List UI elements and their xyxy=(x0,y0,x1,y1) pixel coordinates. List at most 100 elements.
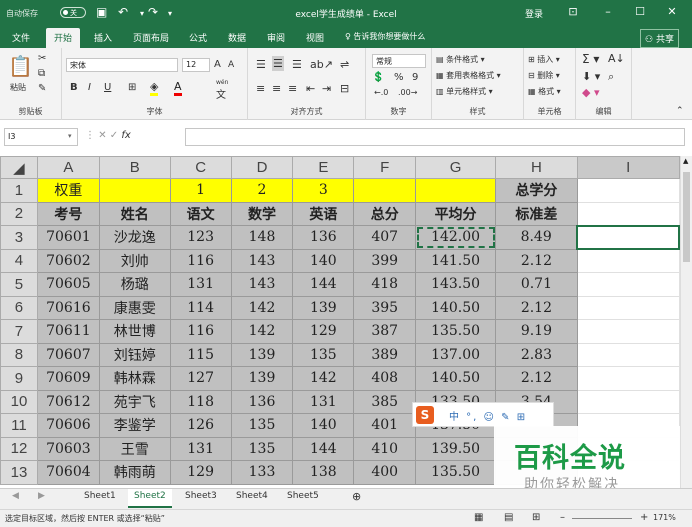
cell[interactable]: 70603 xyxy=(36,436,100,461)
cell[interactable]: 138 xyxy=(292,460,355,485)
cell[interactable] xyxy=(576,342,680,367)
cell[interactable]: 395 xyxy=(353,295,417,320)
row-header[interactable]: 10 xyxy=(0,389,38,414)
cancel-icon[interactable]: ✕ xyxy=(98,130,110,141)
cell[interactable]: 137.00 xyxy=(415,342,496,367)
cell[interactable]: 136 xyxy=(230,389,294,414)
copy-icon[interactable]: ⧉ xyxy=(38,68,45,79)
cell[interactable]: 144 xyxy=(292,272,355,297)
cell[interactable] xyxy=(576,272,680,297)
cut-icon[interactable]: ✂ xyxy=(38,53,46,64)
zoom-out-icon[interactable]: – xyxy=(560,512,565,523)
cell[interactable]: 林世博 xyxy=(98,319,171,344)
comma-button[interactable]: 9 xyxy=(412,72,418,83)
tab-data[interactable]: 数据 xyxy=(228,31,246,44)
selected-cell[interactable] xyxy=(576,224,680,250)
row-header[interactable]: 13 xyxy=(0,460,38,485)
cell[interactable]: 131 xyxy=(292,389,355,414)
cell[interactable] xyxy=(98,178,171,203)
align-bottom-icon[interactable]: ☰ xyxy=(292,58,302,71)
cell[interactable]: 139.50 xyxy=(415,436,496,461)
cell[interactable] xyxy=(576,178,680,203)
orientation-icon[interactable]: ab↗ xyxy=(310,58,333,71)
cell[interactable]: 70616 xyxy=(36,295,100,320)
scroll-up-icon[interactable]: ▲ xyxy=(683,157,688,165)
cell[interactable]: 142 xyxy=(230,319,294,344)
fill-color-icon[interactable]: ◈ xyxy=(150,80,159,96)
cell[interactable]: 韩雨萌 xyxy=(98,460,171,485)
font-size-select[interactable]: 12 xyxy=(182,58,210,72)
select-all-corner[interactable]: ◢ xyxy=(0,156,38,179)
ribbon-display-icon[interactable]: ⊡ xyxy=(563,5,583,18)
cell[interactable]: 389 xyxy=(353,342,417,367)
tab-view[interactable]: 视图 xyxy=(306,31,324,44)
cell[interactable]: 140 xyxy=(292,248,355,273)
column-header[interactable]: H xyxy=(495,156,578,179)
cell[interactable]: 400 xyxy=(353,460,417,485)
format-cells-button[interactable]: ▦ 格式 ▾ xyxy=(528,86,561,97)
cell[interactable]: 2.12 xyxy=(495,366,578,391)
cell[interactable]: 385 xyxy=(353,389,417,414)
underline-button[interactable]: U xyxy=(104,82,111,93)
cell[interactable]: 语文 xyxy=(169,201,232,226)
tab-review[interactable]: 审阅 xyxy=(267,31,285,44)
cell[interactable]: 70605 xyxy=(36,272,100,297)
cell[interactable]: 135.50 xyxy=(415,319,496,344)
row-header[interactable]: 2 xyxy=(0,201,38,226)
number-format-select[interactable]: 常规 xyxy=(372,54,426,68)
align-left-icon[interactable]: ≡ xyxy=(256,82,265,95)
formula-input[interactable] xyxy=(185,128,685,146)
sheet-tab[interactable]: Sheet4 xyxy=(236,491,268,501)
cell[interactable]: 126 xyxy=(169,413,232,438)
cell[interactable]: 129 xyxy=(169,460,232,485)
align-top-icon[interactable]: ☰ xyxy=(256,58,266,71)
cell[interactable] xyxy=(576,319,680,344)
cell[interactable]: 140.50 xyxy=(415,295,496,320)
add-sheet-icon[interactable]: ⊕ xyxy=(352,490,361,503)
cell[interactable]: 148 xyxy=(230,225,294,250)
cell[interactable]: 70606 xyxy=(36,413,100,438)
cell[interactable]: 116 xyxy=(169,319,232,344)
sheet-tab[interactable]: Sheet5 xyxy=(287,491,319,501)
cell[interactable] xyxy=(415,178,496,203)
cell[interactable]: 114 xyxy=(169,295,232,320)
zoom-in-icon[interactable]: + xyxy=(640,512,648,523)
cell[interactable]: 135 xyxy=(230,413,294,438)
cell[interactable]: 140.50 xyxy=(415,366,496,391)
cell[interactable] xyxy=(576,295,680,320)
increase-font-icon[interactable]: A xyxy=(214,59,221,70)
fill-icon[interactable]: ⬇ ▾ xyxy=(582,70,600,83)
bold-button[interactable]: B xyxy=(70,82,78,93)
increase-decimal-icon[interactable]: ←.0 xyxy=(374,88,388,97)
cell[interactable]: 苑宇飞 xyxy=(98,389,171,414)
row-header[interactable]: 1 xyxy=(0,178,38,203)
prev-sheet-icon[interactable]: ◀ xyxy=(12,491,19,501)
cell[interactable]: 0.71 xyxy=(495,272,578,297)
cell[interactable]: 沙龙逸 xyxy=(98,225,171,250)
cell[interactable]: 70609 xyxy=(36,366,100,391)
zoom-slider[interactable] xyxy=(572,518,632,519)
cell[interactable]: 142 xyxy=(292,366,355,391)
row-header[interactable]: 4 xyxy=(0,248,38,273)
cell[interactable]: 70612 xyxy=(36,389,100,414)
row-header[interactable]: 5 xyxy=(0,272,38,297)
row-header[interactable]: 9 xyxy=(0,366,38,391)
cell[interactable]: 142 xyxy=(230,295,294,320)
cell[interactable]: 418 xyxy=(353,272,417,297)
cell[interactable]: 杨璐 xyxy=(98,272,171,297)
page-layout-view-icon[interactable]: ▤ xyxy=(504,512,513,523)
cell[interactable]: 131 xyxy=(169,272,232,297)
font-name-select[interactable]: 宋体 xyxy=(66,58,178,72)
column-header[interactable]: G xyxy=(415,156,496,179)
page-break-view-icon[interactable]: ⊞ xyxy=(532,512,540,523)
decrease-indent-icon[interactable]: ⇤ xyxy=(306,82,315,95)
increase-indent-icon[interactable]: ⇥ xyxy=(322,82,331,95)
collapse-ribbon-icon[interactable]: ⌃ xyxy=(676,106,684,116)
cell[interactable] xyxy=(353,178,417,203)
cell[interactable]: 70607 xyxy=(36,342,100,367)
cell[interactable]: 408 xyxy=(353,366,417,391)
column-header[interactable]: E xyxy=(292,156,355,179)
paste-button[interactable]: 粘贴 xyxy=(10,82,26,93)
cell[interactable]: 英语 xyxy=(292,201,355,226)
cell[interactable]: 李鉴学 xyxy=(98,413,171,438)
